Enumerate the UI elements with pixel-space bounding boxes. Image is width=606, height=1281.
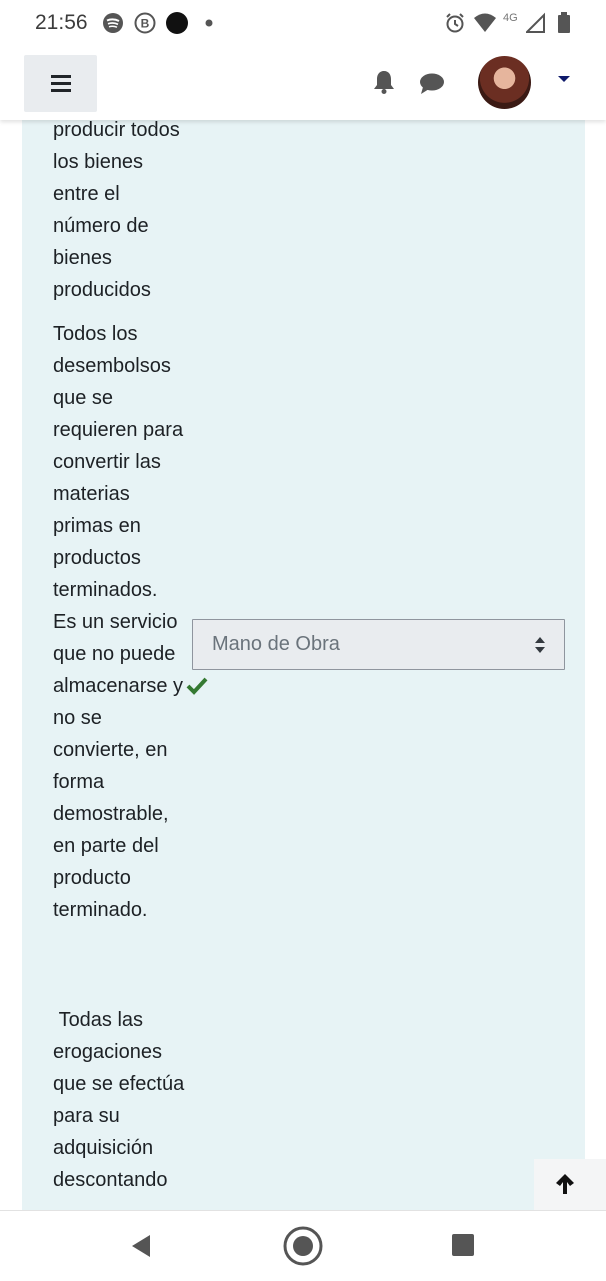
answer-select-value: Mano de Obra xyxy=(212,633,340,655)
dot-icon xyxy=(166,12,188,34)
home-icon[interactable] xyxy=(283,1226,323,1266)
status-time: 21:56 xyxy=(35,11,88,34)
svg-text:B: B xyxy=(141,17,150,31)
question-text-fragment-2: Todos los desembolsos que se requieren p… xyxy=(53,323,184,921)
back-to-top-button[interactable] xyxy=(534,1159,606,1210)
back-icon[interactable] xyxy=(130,1234,152,1258)
avatar[interactable] xyxy=(478,56,531,109)
signal-icon xyxy=(526,12,545,33)
top-navbar xyxy=(0,46,606,120)
notification-dot-icon xyxy=(205,19,213,27)
select-arrows-icon xyxy=(535,637,545,653)
bell-icon[interactable] xyxy=(373,70,395,94)
status-bar: 21:56 B 4G xyxy=(0,0,606,46)
b-icon: B xyxy=(134,12,156,34)
battery-icon xyxy=(558,12,570,33)
menu-button[interactable] xyxy=(24,55,97,112)
question-text-fragment-1: producir todos los bienes entre el númer… xyxy=(53,120,180,301)
answer-select[interactable]: Mano de Obra xyxy=(192,619,565,670)
chat-icon[interactable] xyxy=(419,73,445,95)
spotify-icon xyxy=(103,13,123,33)
question-text-fragment-3: Todas las erogaciones que se efectúa par… xyxy=(53,1009,190,1191)
network-type: 4G xyxy=(503,12,518,24)
arrow-up-icon xyxy=(556,1174,574,1194)
hamburger-icon xyxy=(51,75,71,78)
correct-check-icon xyxy=(186,677,208,695)
caret-down-icon[interactable] xyxy=(558,76,570,82)
wifi-icon xyxy=(474,13,496,32)
android-nav-bar xyxy=(0,1210,606,1281)
alarm-icon xyxy=(446,13,464,33)
recents-icon[interactable] xyxy=(452,1234,474,1256)
